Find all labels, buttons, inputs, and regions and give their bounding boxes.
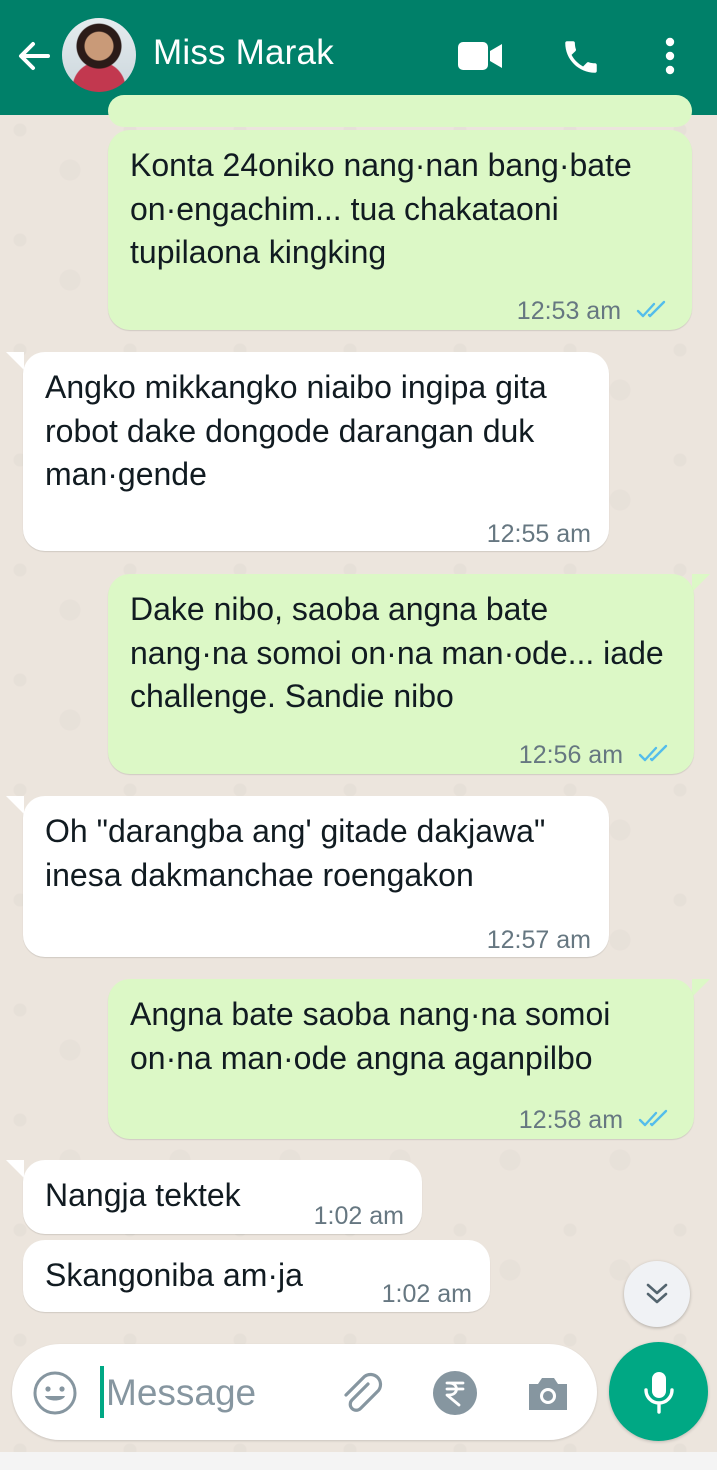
message-input[interactable] <box>104 1364 308 1422</box>
message-bubble-incoming[interactable]: Skangoniba am·ja 1:02 am <box>23 1240 490 1312</box>
contact-name[interactable]: Miss Marak <box>153 33 334 73</box>
more-options-icon[interactable] <box>655 36 685 81</box>
system-nav-strip <box>0 1452 717 1470</box>
bubble-tail <box>6 352 24 370</box>
message-bubble-outgoing[interactable]: Konta 24oniko nang·nan bang·bate on·enga… <box>108 130 692 330</box>
message-time: 12:55 am <box>486 520 591 548</box>
microphone-button[interactable] <box>609 1342 708 1441</box>
bubble-tail <box>6 1160 24 1178</box>
message-bubble-outgoing[interactable]: Angna bate saoba nang·na somoi on·na man… <box>108 979 694 1139</box>
message-text: Dake nibo, saoba angna bate nang·na somo… <box>130 591 664 714</box>
message-time: 1:02 am <box>313 1202 404 1230</box>
message-composer <box>12 1344 597 1440</box>
message-text: Oh "darangba ang' gitade dakjawa" inesa … <box>45 813 546 893</box>
bubble-tail <box>692 574 710 592</box>
message-time: 12:58 am <box>518 1106 624 1134</box>
message-time: 12:57 am <box>486 926 591 954</box>
camera-icon[interactable] <box>525 1372 571 1419</box>
message-text: Angna bate saoba nang·na somoi on·na man… <box>130 996 611 1076</box>
bubble-tail <box>6 796 24 814</box>
message-timestamp: 12:53 am <box>517 290 670 334</box>
attachment-icon[interactable] <box>338 1370 384 1421</box>
message-time: 1:02 am <box>381 1280 472 1308</box>
phone-icon[interactable] <box>560 36 602 83</box>
read-ticks-icon <box>636 291 670 335</box>
bubble-tail <box>692 979 710 997</box>
scroll-to-bottom-button[interactable] <box>624 1261 690 1327</box>
message-time: 12:53 am <box>516 297 622 325</box>
message-bubble-incoming[interactable]: Oh "darangba ang' gitade dakjawa" inesa … <box>23 796 609 957</box>
message-bubble-outgoing[interactable]: Dake nibo, saoba angna bate nang·na somo… <box>108 574 694 774</box>
message-text: Konta 24oniko nang·nan bang·bate on·enga… <box>130 147 632 270</box>
read-ticks-icon <box>638 1100 672 1144</box>
message-time: 12:56 am <box>518 741 624 769</box>
back-arrow-icon[interactable] <box>14 36 54 76</box>
message-timestamp: 12:56 am <box>519 734 672 778</box>
message-bubble-incoming[interactable]: Nangja tektek 1:02 am <box>23 1160 422 1234</box>
message-bubble-incoming[interactable]: Angko mikkangko niaibo ingipa gita robot… <box>23 352 609 551</box>
message-text: Angko mikkangko niaibo ingipa gita robot… <box>45 369 547 492</box>
message-bubble-partial <box>108 95 692 127</box>
message-timestamp: 12:58 am <box>519 1099 672 1143</box>
microphone-icon <box>643 1371 674 1414</box>
video-call-icon[interactable] <box>456 36 504 81</box>
emoji-icon[interactable] <box>32 1370 78 1421</box>
rupee-payment-icon[interactable] <box>432 1370 478 1421</box>
read-ticks-icon <box>638 735 672 779</box>
avatar[interactable] <box>62 18 136 92</box>
double-chevron-down-icon <box>646 1283 668 1304</box>
